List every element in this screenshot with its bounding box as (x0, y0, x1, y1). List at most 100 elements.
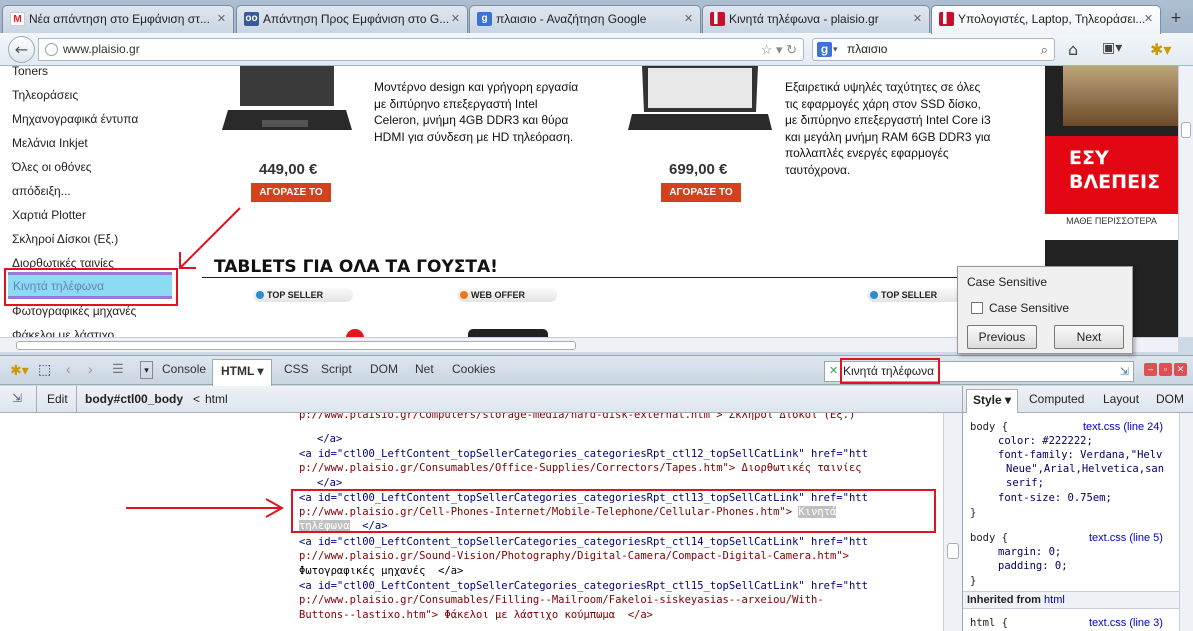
previous-button[interactable]: Previous (967, 325, 1037, 349)
css-source-link[interactable]: text.css (line 3) (1089, 617, 1163, 629)
tab-console[interactable]: Console (162, 362, 206, 376)
close-icon[interactable]: ✕ (449, 13, 462, 26)
category-link[interactable]: Τηλεοράσεις (12, 88, 78, 102)
close-icon[interactable]: ✕ (1174, 363, 1187, 376)
tab-net[interactable]: Net (415, 362, 434, 376)
ad-banner[interactable]: ΕΣΥ ΒΛΕΠΕΙΣ ΜΑΘΕ ΠΕΡΙΣΣΟΤΕΡΑ (1045, 66, 1178, 229)
bookmark-star-icon[interactable]: ☆ ▾ ↻ (761, 39, 797, 60)
code-line[interactable]: </a> (317, 433, 342, 445)
tab-google-search[interactable]: g πλαισιο - Αναζήτηση Google ✕ (469, 5, 701, 33)
tab-gmail[interactable]: M Νέα απάντηση στο Εμφάνιση στ... ✕ (2, 5, 234, 33)
close-icon[interactable]: ✕ (1142, 13, 1155, 26)
firebug-toolbar: ✱▾ ⬚ ‹ › ☰ ▾ Console HTML ▾ CSS Script D… (0, 355, 1193, 386)
html-source-pane: p://www.plaisio.gr/Computers/storage-med… (0, 413, 943, 631)
detach-icon[interactable]: ▫ (1159, 363, 1172, 376)
css-property[interactable]: color: #222222; (998, 435, 1093, 447)
back-button[interactable]: ← (8, 36, 35, 63)
code-line[interactable]: Buttons--lastixo.htm"> Φάκελοι με λάστιχ… (299, 609, 653, 621)
buy-button[interactable]: ΑΓΟΡΑΣΕ ΤΟ (661, 183, 741, 202)
buy-button[interactable]: ΑΓΟΡΑΣΕ ΤΟ (251, 183, 331, 202)
category-link[interactable]: Φωτογραφικές μηχανές (12, 304, 136, 318)
category-link[interactable]: Μελάνια Inkjet (12, 136, 88, 150)
close-icon[interactable]: ✕ (682, 13, 695, 26)
list-icon[interactable]: ☰ (112, 361, 124, 377)
breadcrumb-parent[interactable]: html (205, 392, 228, 406)
category-link[interactable]: Φάκελοι με λάστιχο (12, 328, 114, 337)
code-line[interactable]: p://www.plaisio.gr/Consumables/Filling--… (299, 594, 824, 606)
bookmarks-icon[interactable]: ▣▾ (1102, 40, 1122, 56)
category-link[interactable]: Σκληροί Δίσκοι (Εξ.) (12, 232, 118, 246)
tab-layout[interactable]: Layout (1103, 392, 1139, 406)
css-source-link[interactable]: text.css (line 24) (1083, 421, 1163, 433)
minimize-icon[interactable]: – (1144, 363, 1157, 376)
dropdown-icon[interactable]: ▾ (140, 361, 153, 379)
badge-top-seller: TOP SELLER (867, 288, 967, 302)
divider (202, 277, 1042, 278)
tab-plaisio-home[interactable]: ▌ Υπολογιστές, Laptop, Τηλεοράσει... ✕ (931, 5, 1161, 34)
tab-css[interactable]: CSS (284, 362, 309, 376)
css-property[interactable]: font-family: Verdana,"Helv (998, 449, 1162, 461)
category-link[interactable]: Χαρτιά Plotter (12, 208, 86, 222)
tab-dom[interactable]: DOM (370, 362, 398, 376)
css-property[interactable]: margin: 0; (998, 546, 1061, 558)
url-bar[interactable]: www.plaisio.gr ☆ ▾ ↻ (38, 38, 804, 61)
expand-icon[interactable]: ⇲ (12, 391, 22, 405)
close-icon[interactable]: ✕ (911, 13, 924, 26)
search-text: πλαισιο (847, 42, 888, 56)
code-line[interactable]: <a id="ctl00_LeftContent_topSellerCatego… (299, 536, 868, 548)
annotation-box (840, 358, 940, 384)
css-property: serif; (1006, 477, 1044, 489)
breadcrumb-current[interactable]: body#ctl00_body (85, 392, 183, 406)
inspect-icon[interactable]: ⬚ (38, 361, 51, 378)
code-line[interactable]: </a> (317, 477, 342, 489)
scroll-thumb[interactable] (16, 341, 576, 350)
google-icon[interactable]: g (817, 42, 832, 57)
product-price: 449,00 € (259, 161, 318, 178)
badge-top-seller: TOP SELLER (253, 288, 353, 302)
tab-plaisio-phones[interactable]: ▌ Κινητά τηλέφωνα - plaisio.gr ✕ (702, 5, 930, 33)
code-line[interactable]: <a id="ctl00_LeftContent_topSellerCatego… (299, 580, 868, 592)
tab-html[interactable]: HTML ▾ (212, 359, 273, 386)
case-sensitive-checkbox[interactable] (971, 302, 983, 314)
css-brace: } (970, 575, 977, 587)
home-icon[interactable]: ⌂ (1068, 40, 1078, 59)
popup-title: Case Sensitive (967, 275, 1048, 289)
html-pane-scrollbar[interactable] (943, 413, 962, 631)
code-line[interactable]: Φωτογραφικές μηχανές </a> (299, 565, 463, 577)
search-icon[interactable]: ⌕ (1041, 39, 1048, 60)
page-vertical-scrollbar[interactable] (1178, 66, 1193, 337)
code-line[interactable]: p://www.plaisio.gr/Consumables/Office-Su… (299, 462, 862, 474)
forward-icon[interactable]: › (88, 361, 93, 377)
tab-style[interactable]: Style ▾ (966, 389, 1019, 413)
tab-computed[interactable]: Computed (1029, 392, 1084, 406)
css-property[interactable]: padding: 0; (998, 560, 1068, 572)
badge-web-offer: WEB OFFER (457, 288, 557, 302)
tab-script[interactable]: Script (321, 362, 352, 376)
category-link[interactable]: Toners (12, 66, 48, 78)
tab-cookies[interactable]: Cookies (452, 362, 495, 376)
firebug-icon[interactable]: ✱▾ (10, 362, 29, 379)
category-link[interactable]: Μηχανογραφικά έντυπα (12, 112, 138, 126)
category-link[interactable]: Όλες οι οθόνες (12, 160, 92, 174)
next-button[interactable]: Next (1054, 325, 1124, 349)
firebug-icon[interactable]: ✱▾ (1150, 40, 1171, 59)
back-icon[interactable]: ‹ (66, 361, 71, 377)
url-text: www.plaisio.gr (63, 42, 140, 56)
clear-icon[interactable]: ✕ (829, 362, 838, 381)
code-line[interactable]: p://www.plaisio.gr/Sound-Vision/Photogra… (299, 550, 849, 562)
inherited-link[interactable]: html (1044, 594, 1065, 606)
tab-blogger[interactable]: oo Απάντηση Προς Εμφάνιση στο G... ✕ (236, 5, 468, 33)
search-bar[interactable]: g ▾ πλαισιο ⌕ (812, 38, 1055, 61)
code-line[interactable]: p://www.plaisio.gr/Computers/storage-med… (299, 413, 855, 421)
tab-label: πλαισιο - Αναζήτηση Google (496, 12, 647, 26)
search-options-icon[interactable]: ⇲ (1120, 363, 1129, 382)
edit-button[interactable]: Edit (47, 392, 68, 406)
tab-dom[interactable]: DOM (1156, 392, 1184, 406)
close-icon[interactable]: ✕ (215, 13, 228, 26)
new-tab-button[interactable]: + (1165, 6, 1187, 30)
category-link[interactable]: απόδειξη... (12, 184, 71, 198)
style-pane-scrollbar[interactable] (1179, 413, 1193, 631)
css-property[interactable]: font-size: 0.75em; (998, 492, 1112, 504)
css-source-link[interactable]: text.css (line 5) (1089, 532, 1163, 544)
code-line[interactable]: <a id="ctl00_LeftContent_topSellerCatego… (299, 448, 868, 460)
